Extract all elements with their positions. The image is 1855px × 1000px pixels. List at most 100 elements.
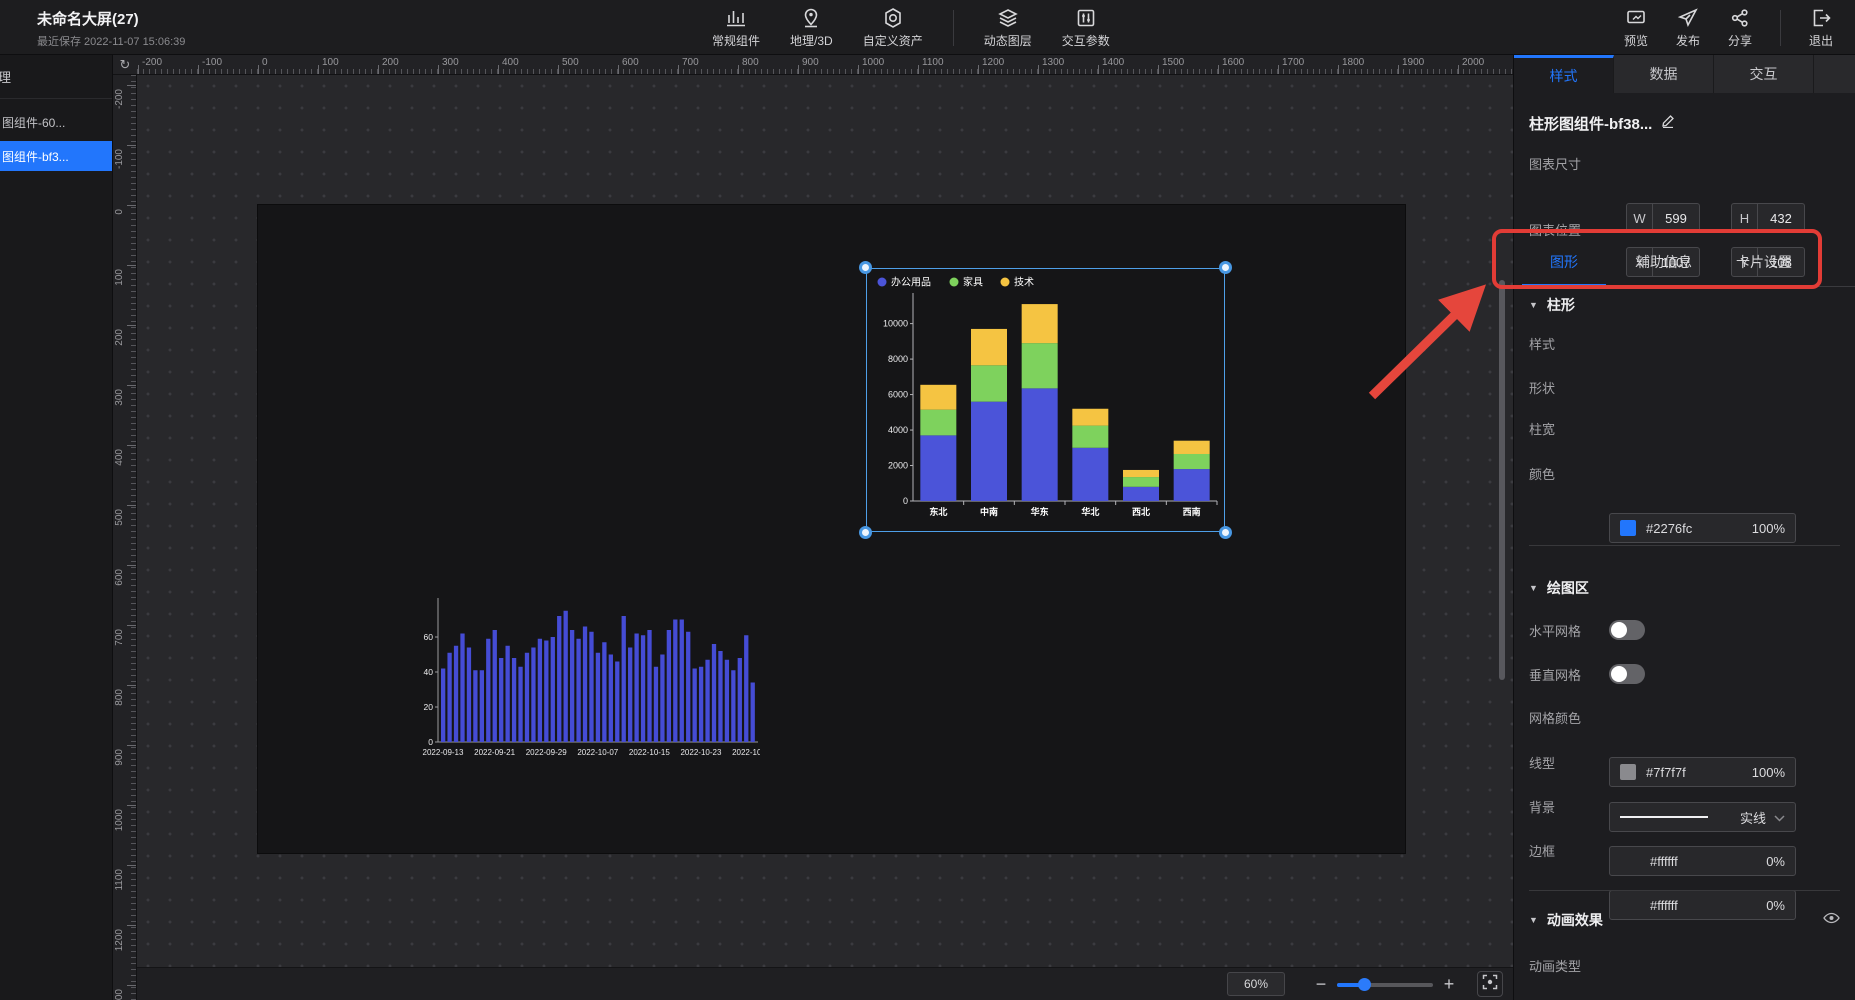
resize-handle-bottom-left[interactable]	[859, 526, 872, 539]
svg-text:2022-10-31: 2022-10-31	[732, 748, 760, 757]
canvas-scrollbar[interactable]	[1499, 280, 1505, 680]
toolbar-dynamic-layers[interactable]: 动态图层	[984, 7, 1032, 49]
chart-position-label: 图表位置	[1529, 220, 1609, 239]
animation-type-label: 动画类型	[1529, 956, 1609, 975]
svg-text:2022-09-21: 2022-09-21	[474, 748, 515, 757]
svg-text:2022-09-29: 2022-09-29	[526, 748, 567, 757]
line-type-label: 线型	[1529, 753, 1609, 772]
preview-button[interactable]: 预览	[1624, 7, 1648, 49]
action-label: 退出	[1809, 32, 1833, 49]
v-grid-label: 垂直网格	[1529, 665, 1609, 684]
tab-interaction[interactable]: 交互	[1714, 55, 1814, 93]
plot-area-section-header[interactable]: ▼ 绘图区	[1529, 578, 1589, 598]
layers-icon	[997, 7, 1019, 29]
svg-text:8000: 8000	[888, 354, 908, 364]
style-subtabs: 图形 辅助信息 卡片设置	[1514, 237, 1855, 287]
publish-button[interactable]: 发布	[1676, 7, 1700, 49]
subtab-card-settings[interactable]: 卡片设置	[1714, 237, 1814, 286]
layer-panel-title-partial: 理	[0, 67, 11, 86]
plot-area-title: 绘图区	[1547, 578, 1589, 598]
tab-style[interactable]: 样式	[1514, 55, 1614, 93]
layer-item-bar-chart-60[interactable]: 图组件-60...	[0, 107, 112, 137]
editor-canvas[interactable]: 办公用品家具技术0200040006000800010000东北中南华东华北西北…	[137, 75, 1513, 1000]
zoom-out-button[interactable]: −	[1309, 974, 1333, 995]
component-toolbar: 常规组件 地理/3D 自定义资产	[712, 0, 1110, 55]
subtab-auxiliary-info[interactable]: 辅助信息	[1614, 237, 1714, 286]
h-grid-toggle[interactable]	[1609, 620, 1645, 640]
v-grid-row: 垂直网格	[1529, 659, 1840, 689]
tab-data[interactable]: 数据	[1614, 55, 1714, 93]
ruler-reset-icon[interactable]: ↻	[113, 55, 137, 75]
toolbar-item-label: 动态图层	[984, 32, 1032, 49]
bar-color-picker[interactable]: #2276fc 100%	[1609, 513, 1796, 543]
section-divider	[1529, 890, 1840, 891]
svg-text:20: 20	[424, 702, 434, 712]
svg-text:2000: 2000	[888, 461, 908, 471]
stacked-bar-chart-component[interactable]: 办公用品家具技术0200040006000800010000东北中南华东华北西北…	[866, 268, 1225, 532]
animation-section-header[interactable]: ▼ 动画效果	[1529, 910, 1840, 930]
chart-size-label: 图表尺寸	[1529, 154, 1609, 173]
toolbar-regular-components[interactable]: 常规组件	[712, 7, 760, 49]
mini-bar-chart-component[interactable]: 02040602022-09-132022-09-212022-09-29202…	[408, 592, 760, 764]
toolbar-item-label: 自定义资产	[863, 32, 923, 49]
sliders-icon	[1075, 7, 1097, 29]
layer-item-bar-chart-bf3[interactable]: 图组件-bf3...	[0, 141, 112, 171]
resize-handle-top-right[interactable]	[1219, 261, 1232, 274]
resize-handle-top-left[interactable]	[859, 261, 872, 274]
zoom-slider[interactable]	[1337, 978, 1433, 991]
bar-width-row: 柱宽	[1529, 413, 1840, 443]
background-row: 背景	[1529, 791, 1840, 821]
svg-text:10000: 10000	[883, 319, 908, 329]
exit-button[interactable]: 退出	[1809, 7, 1833, 49]
svg-text:2022-10-07: 2022-10-07	[577, 748, 618, 757]
zoom-slider-knob[interactable]	[1358, 978, 1371, 991]
bar-section-title: 柱形	[1547, 295, 1575, 315]
toolbar-custom-assets[interactable]: 自定义资产	[863, 7, 923, 49]
layer-item-label: 图组件-bf3...	[2, 148, 69, 165]
toolbar-geo-3d[interactable]: 地理/3D	[790, 7, 833, 49]
background-label: 背景	[1529, 797, 1609, 816]
v-grid-toggle[interactable]	[1609, 664, 1645, 684]
bar-shape-row: 形状	[1529, 372, 1840, 402]
canvas-bottom-bar: 60% − +	[137, 967, 1513, 1000]
share-button[interactable]: 分享	[1728, 7, 1752, 49]
eye-icon[interactable]	[1823, 911, 1840, 929]
grid-color-label: 网格颜色	[1529, 708, 1609, 727]
h-grid-row: 水平网格	[1529, 615, 1840, 645]
toolbar-item-label: 交互参数	[1062, 32, 1110, 49]
border-label: 边框	[1529, 841, 1609, 860]
svg-text:办公用品: 办公用品	[891, 276, 931, 289]
svg-text:2022-10-15: 2022-10-15	[629, 748, 670, 757]
svg-text:40: 40	[424, 667, 434, 677]
chart-size-row: 图表尺寸	[1529, 148, 1840, 178]
publish-icon	[1677, 7, 1699, 29]
bar-width-label: 柱宽	[1529, 419, 1609, 438]
svg-text:华北: 华北	[1081, 506, 1099, 517]
zoom-in-button[interactable]: +	[1437, 974, 1461, 995]
resize-handle-bottom-right[interactable]	[1219, 526, 1232, 539]
top-header: 未命名大屏(27) 最近保存 2022-11-07 15:06:39 常规组件 …	[0, 0, 1855, 55]
subtab-graphic[interactable]: 图形	[1514, 237, 1614, 286]
svg-text:60: 60	[424, 632, 434, 642]
line-type-row: 线型	[1529, 747, 1840, 777]
collapse-arrow-icon: ▼	[1529, 583, 1538, 593]
zoom-level-input[interactable]: 60%	[1227, 972, 1285, 996]
svg-text:6000: 6000	[888, 390, 908, 400]
svg-text:4000: 4000	[888, 425, 908, 435]
bar-shape-label: 形状	[1529, 378, 1609, 397]
section-divider	[1529, 545, 1840, 546]
tab-filler	[1814, 55, 1855, 93]
fit-to-screen-button[interactable]	[1477, 971, 1503, 997]
toolbar-divider	[953, 10, 954, 46]
layer-panel-header: 理	[0, 55, 112, 99]
edit-pencil-icon[interactable]	[1661, 114, 1675, 133]
color-swatch[interactable]	[1620, 520, 1636, 536]
toolbar-interaction-params[interactable]: 交互参数	[1062, 7, 1110, 49]
grid-color-row: 网格颜色	[1529, 702, 1840, 732]
svg-text:0: 0	[903, 496, 908, 506]
svg-text:华东: 华东	[1031, 506, 1049, 517]
bar-section-header[interactable]: ▼ 柱形	[1529, 295, 1575, 315]
hexagon-icon	[882, 7, 904, 29]
svg-text:家具: 家具	[963, 276, 983, 289]
vertical-ruler: -200-10001002003004005006007008009001000…	[113, 75, 137, 1000]
